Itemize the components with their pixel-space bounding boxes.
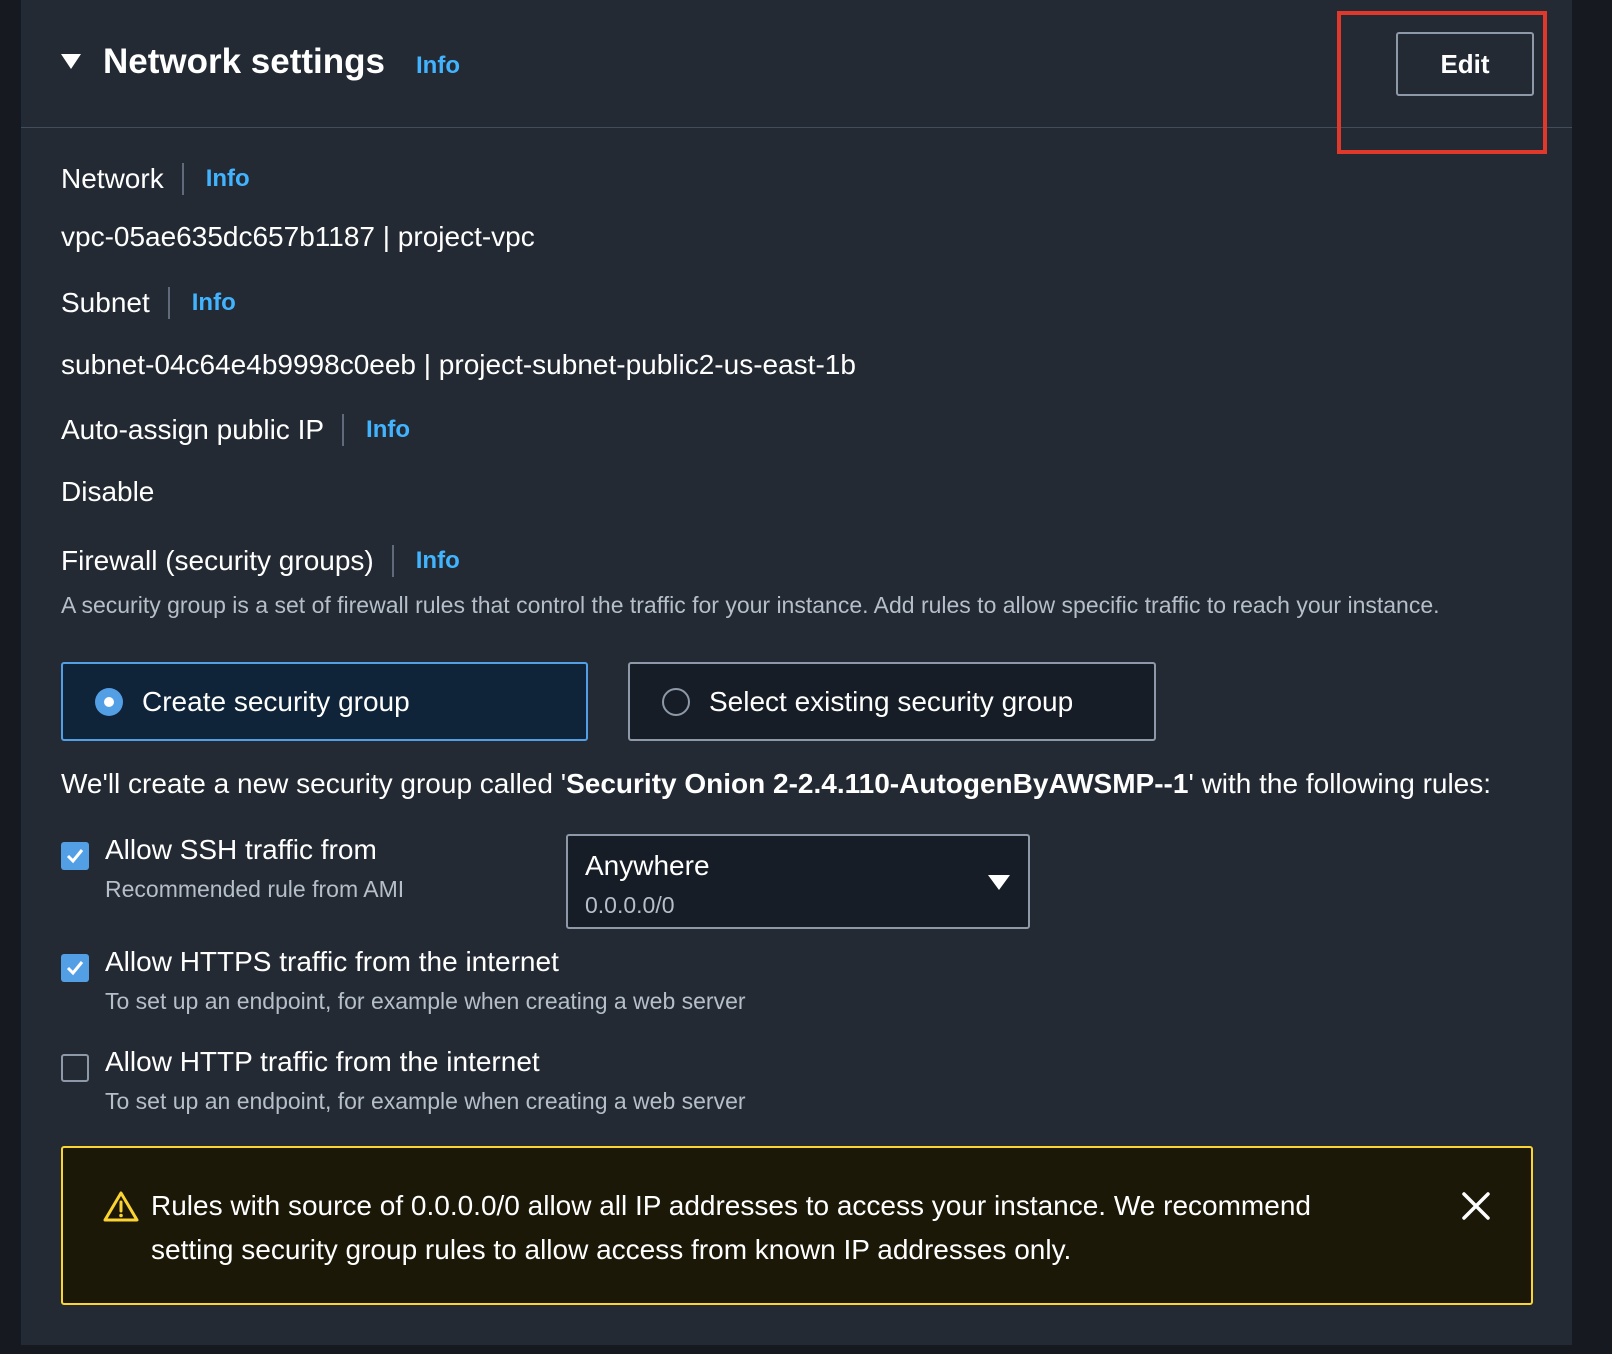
- create-note-prefix: We'll create a new security group called…: [61, 768, 567, 799]
- warning-text: Rules with source of 0.0.0.0/0 allow all…: [151, 1190, 1311, 1265]
- auto-ip-label: Auto-assign public IP: [61, 414, 325, 445]
- network-settings-panel: Network settings Info Edit Network Info …: [20, 0, 1572, 1345]
- security-group-create-note: We'll create a new security group called…: [61, 768, 1491, 800]
- network-label-row: Network Info: [61, 163, 250, 195]
- warning-triangle-icon: [103, 1191, 139, 1222]
- https-rule-sub: To set up an endpoint, for example when …: [105, 988, 746, 1014]
- header-info-link[interactable]: Info: [416, 52, 460, 80]
- https-rule-checkbox[interactable]: [61, 954, 89, 982]
- firewall-label-row: Firewall (security groups) Info: [61, 545, 460, 577]
- ssh-rule-sub: Recommended rule from AMI: [105, 876, 405, 902]
- firewall-description: A security group is a set of firewall ru…: [61, 592, 1440, 618]
- network-info-link[interactable]: Info: [206, 165, 250, 193]
- divider: [342, 414, 345, 446]
- radio-unselected-icon[interactable]: [662, 687, 690, 716]
- firewall-label: Firewall (security groups): [61, 545, 374, 576]
- panel-title: Network settings: [103, 42, 385, 81]
- ssh-source-select[interactable]: Anywhere 0.0.0.0/0: [566, 834, 1030, 929]
- dropdown-caret-icon: [988, 875, 1010, 890]
- create-note-suffix: ' with the following rules:: [1188, 768, 1492, 799]
- divider: [181, 163, 184, 195]
- divider: [391, 545, 394, 577]
- close-icon[interactable]: [1461, 1191, 1491, 1221]
- edit-highlight-annotation: [1337, 11, 1547, 154]
- ssh-rule-checkbox[interactable]: [61, 842, 89, 870]
- select-existing-security-group-option[interactable]: Select existing security group: [628, 662, 1156, 741]
- checkmark-icon: [66, 849, 84, 864]
- divider: [167, 287, 170, 319]
- ssh-source-cidr: 0.0.0.0/0: [585, 892, 675, 918]
- auto-ip-info-link[interactable]: Info: [366, 416, 410, 444]
- checkmark-icon: [66, 961, 84, 976]
- subnet-value: subnet-04c64e4b9998c0eeb | project-subne…: [61, 349, 856, 380]
- firewall-info-link[interactable]: Info: [416, 547, 460, 575]
- radio-selected-icon[interactable]: [95, 687, 123, 716]
- option-label: Create security group: [142, 685, 410, 717]
- ssh-source-value: Anywhere: [585, 850, 710, 881]
- open-access-warning: Rules with source of 0.0.0.0/0 allow all…: [61, 1146, 1533, 1305]
- http-rule-label: Allow HTTP traffic from the internet: [105, 1046, 540, 1077]
- http-rule-sub: To set up an endpoint, for example when …: [105, 1088, 746, 1114]
- auto-ip-label-row: Auto-assign public IP Info: [61, 414, 410, 446]
- network-value: vpc-05ae635dc657b1187 | project-vpc: [61, 221, 535, 252]
- http-rule-checkbox[interactable]: [61, 1054, 89, 1082]
- option-label: Select existing security group: [709, 685, 1074, 717]
- ssh-rule-label: Allow SSH traffic from: [105, 834, 377, 865]
- subnet-label-row: Subnet Info: [61, 287, 236, 319]
- network-label: Network: [61, 163, 164, 194]
- subnet-label: Subnet: [61, 287, 150, 318]
- create-security-group-option[interactable]: Create security group: [61, 662, 588, 741]
- subnet-info-link[interactable]: Info: [192, 289, 236, 317]
- security-group-name: Security Onion 2-2.4.110-AutogenByAWSMP-…: [566, 768, 1189, 799]
- collapse-caret-icon[interactable]: [61, 54, 81, 69]
- auto-ip-value: Disable: [61, 476, 155, 507]
- https-rule-label: Allow HTTPS traffic from the internet: [105, 946, 559, 977]
